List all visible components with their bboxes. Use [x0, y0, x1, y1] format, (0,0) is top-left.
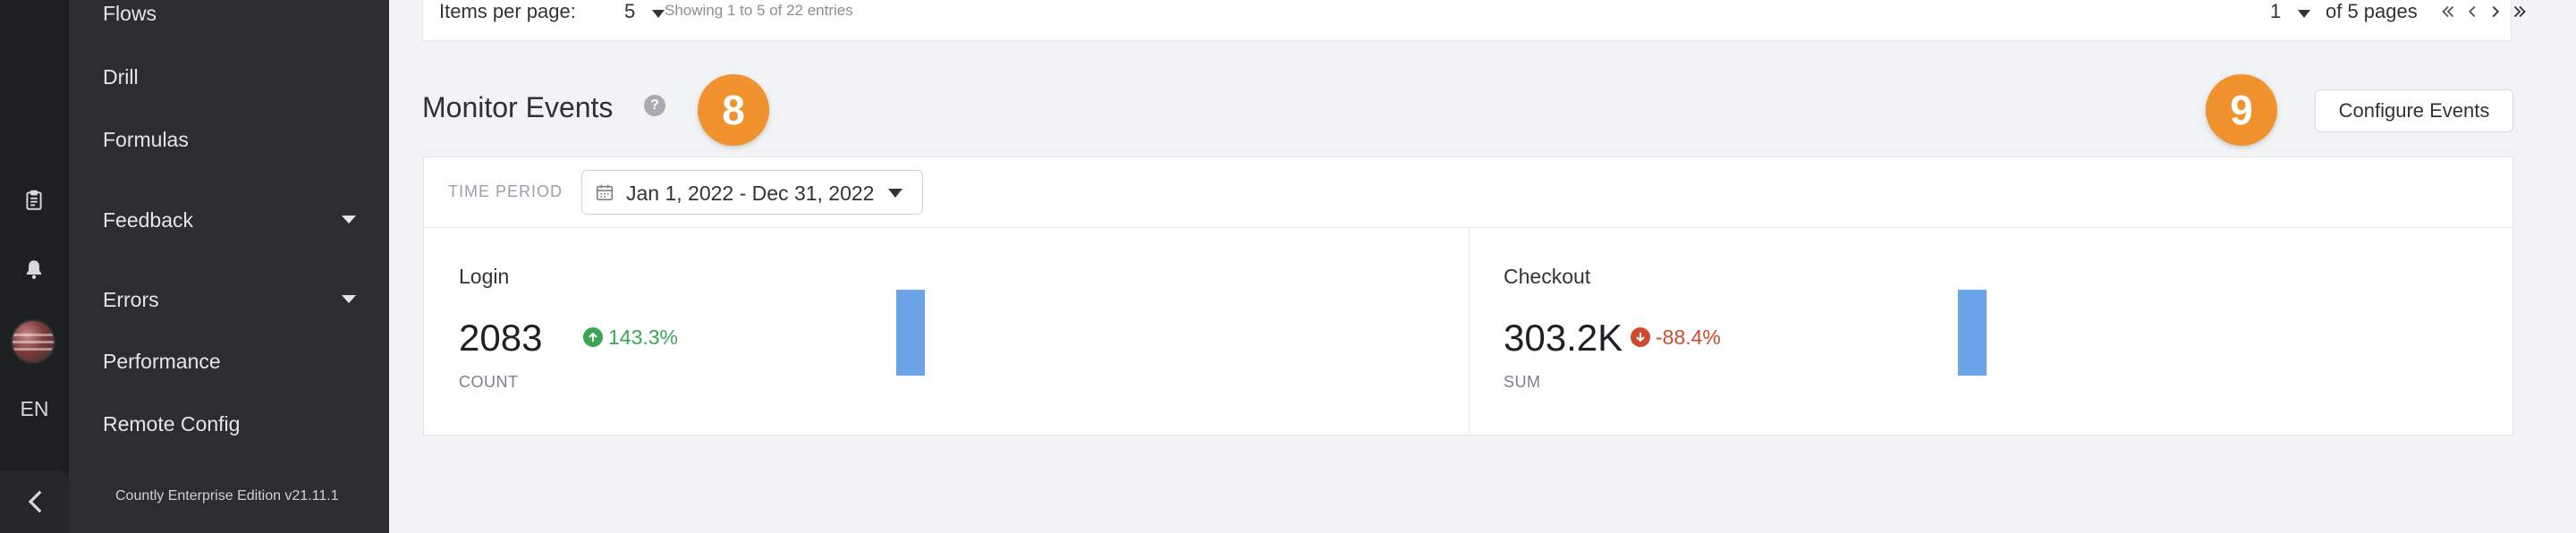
chevron-down-icon[interactable] [652, 10, 665, 18]
collapse-sidebar-button[interactable] [0, 470, 69, 533]
arrow-up-icon [583, 327, 603, 347]
metric-value: 303.2K [1504, 317, 1623, 359]
metric-change-text: -88.4% [1656, 325, 1721, 349]
arrow-down-icon [1631, 327, 1650, 347]
next-page-icon[interactable] [2486, 0, 2505, 23]
sidebar: Flows Drill Formulas Feedback Errors Per… [69, 0, 389, 533]
page-title: Monitor Events [422, 91, 614, 123]
clipboard-icon[interactable] [20, 186, 48, 215]
sidebar-item-flows[interactable]: Flows [103, 2, 157, 26]
metric-bar [896, 290, 925, 376]
step-badge: 8 [698, 74, 769, 146]
metric-card-checkout: Checkout 303.2K -88.4% SUM [1469, 227, 2513, 436]
chevron-left-icon [28, 490, 41, 513]
time-period-label: TIME PERIOD [448, 182, 564, 200]
prev-page-icon[interactable] [2462, 0, 2482, 23]
metric-change: 143.3% [583, 324, 678, 351]
calendar-icon [597, 184, 613, 200]
pagination-bar: Items per page: 5 Showing 1 to 5 of 22 e… [422, 0, 2526, 41]
date-range-value: Jan 1, 2022 - Dec 31, 2022 [626, 182, 875, 205]
avatar[interactable] [11, 319, 55, 364]
sidebar-item-errors[interactable]: Errors [103, 288, 159, 312]
main-content: Items per page: 5 Showing 1 to 5 of 22 e… [389, 0, 2554, 533]
metric-change: -88.4% [1631, 324, 1721, 351]
metric-bar [1958, 290, 1987, 376]
chevron-down-icon[interactable] [342, 216, 356, 224]
metric-change-text: 143.3% [608, 325, 679, 349]
chevron-down-icon [888, 189, 902, 198]
chevron-down-icon[interactable] [342, 295, 356, 303]
metric-value: 2083 [459, 317, 543, 359]
last-page-icon[interactable] [2510, 0, 2529, 23]
bell-icon[interactable] [20, 255, 48, 283]
page-select[interactable]: 1 [2270, 0, 2281, 23]
help-icon[interactable]: ? [644, 95, 665, 116]
sidebar-item-formulas[interactable]: Formulas [103, 128, 189, 152]
sidebar-item-drill[interactable]: Drill [103, 65, 139, 89]
metric-kind: SUM [1504, 373, 1541, 391]
sidebar-item-feedback[interactable]: Feedback [103, 208, 193, 233]
chevron-down-icon[interactable] [2298, 10, 2310, 18]
language-selector[interactable]: EN [0, 397, 69, 421]
items-per-page-label: Items per page: [439, 0, 576, 22]
sidebar-item-performance[interactable]: Performance [103, 350, 221, 374]
events-panel: TIME PERIOD Jan 1, 2022 - Dec 31, 2022 L… [423, 157, 2513, 436]
total-pages-text: of 5 pages [2326, 0, 2418, 22]
filter-toolbar: TIME PERIOD Jan 1, 2022 - Dec 31, 2022 [424, 157, 2512, 228]
items-per-page-select[interactable]: 5 [624, 0, 635, 23]
date-range-picker[interactable]: Jan 1, 2022 - Dec 31, 2022 [581, 170, 923, 215]
metric-kind: COUNT [459, 373, 519, 391]
sidebar-item-remote-config[interactable]: Remote Config [103, 412, 240, 436]
configure-events-button[interactable]: Configure Events [2315, 89, 2513, 132]
metric-name: Login [459, 265, 510, 288]
icon-rail: EN [0, 0, 69, 533]
edition-label: Countly Enterprise Edition v21.11.1 [115, 488, 339, 503]
step-badge: 9 [2206, 74, 2277, 146]
first-page-icon[interactable] [2438, 0, 2458, 23]
metric-name: Checkout [1504, 265, 1591, 288]
showing-entries-text: Showing 1 to 5 of 22 entries [665, 2, 853, 19]
metric-card-login: Login 2083 143.3% COUNT [424, 227, 1469, 436]
